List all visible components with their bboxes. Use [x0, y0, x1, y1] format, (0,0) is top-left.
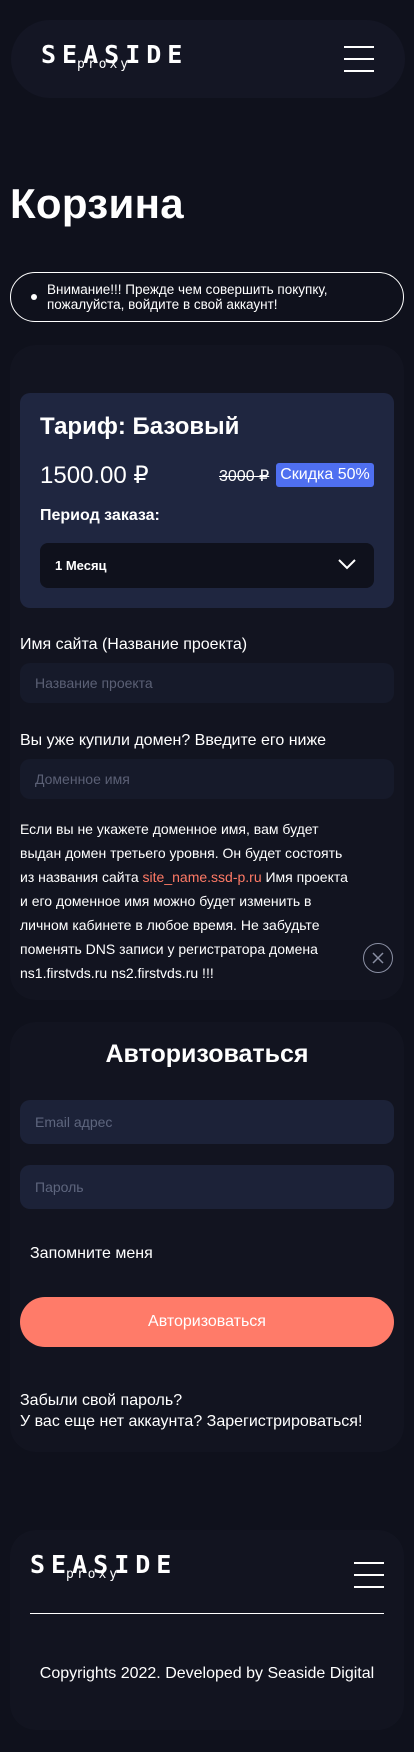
remember-me-checkbox[interactable]: Запомните меня: [30, 1245, 153, 1263]
register-link[interactable]: У вас еще нет аккаунта? Зарегистрировать…: [20, 1413, 362, 1431]
password-field[interactable]: [20, 1165, 394, 1209]
copyright: Copyrights 2022. Developed by Seaside Di…: [39, 1665, 375, 1682]
site-name-label: Имя сайта (Название проекта): [20, 636, 248, 653]
domain-info: Если вы не укажете доменное имя, вам буд…: [20, 817, 350, 985]
login-button[interactable]: Авторизоваться: [20, 1297, 394, 1347]
close-icon[interactable]: [363, 943, 393, 973]
header: SEASIDE proxy: [11, 20, 405, 98]
auth-card: [10, 1022, 404, 1452]
email-field[interactable]: [20, 1100, 394, 1144]
forgot-password-link[interactable]: Забыли свой пароль?: [20, 1392, 182, 1410]
logo-subtext: proxy: [77, 57, 132, 72]
page-title: Корзина: [10, 180, 184, 227]
logo[interactable]: SEASIDE proxy: [41, 40, 182, 76]
domain-example-link: site_name.ssd-p.ru: [142, 869, 262, 885]
footer: SEASIDE proxy: [10, 1530, 404, 1730]
tariff-card: Тариф: Базовый 1500.00 ₽ 3000 ₽ Скидка 5…: [20, 393, 394, 608]
footer-logo-subtext: proxy: [66, 1567, 121, 1582]
tariff-price: 1500.00 ₽: [40, 462, 149, 489]
site-name-input[interactable]: [20, 663, 394, 703]
bullet-icon: [31, 294, 37, 300]
discount-badge: Скидка 50%: [276, 463, 374, 487]
period-label: Период заказа:: [40, 507, 160, 524]
domain-input[interactable]: [20, 759, 394, 799]
login-alert: Внимание!!! Прежде чем совершить покупку…: [10, 272, 404, 322]
alert-text: Внимание!!! Прежде чем совершить покупку…: [47, 282, 328, 312]
old-price: 3000 ₽: [219, 468, 270, 485]
menu-icon[interactable]: [344, 46, 374, 72]
auth-title: Авторизоваться: [105, 1040, 309, 1068]
period-select[interactable]: 1 Месяц: [40, 543, 374, 588]
period-select-value: 1 Месяц: [55, 558, 107, 573]
chevron-down-icon: [338, 559, 356, 570]
tariff-title: Тариф: Базовый: [40, 413, 240, 440]
footer-divider: [30, 1613, 384, 1614]
footer-logo[interactable]: SEASIDE proxy: [30, 1550, 171, 1586]
domain-label: Вы уже купили домен? Введите его ниже: [20, 732, 327, 749]
footer-menu-icon[interactable]: [354, 1562, 384, 1588]
domain-info-text-2: Имя проекта и его доменное имя можно буд…: [20, 869, 348, 981]
